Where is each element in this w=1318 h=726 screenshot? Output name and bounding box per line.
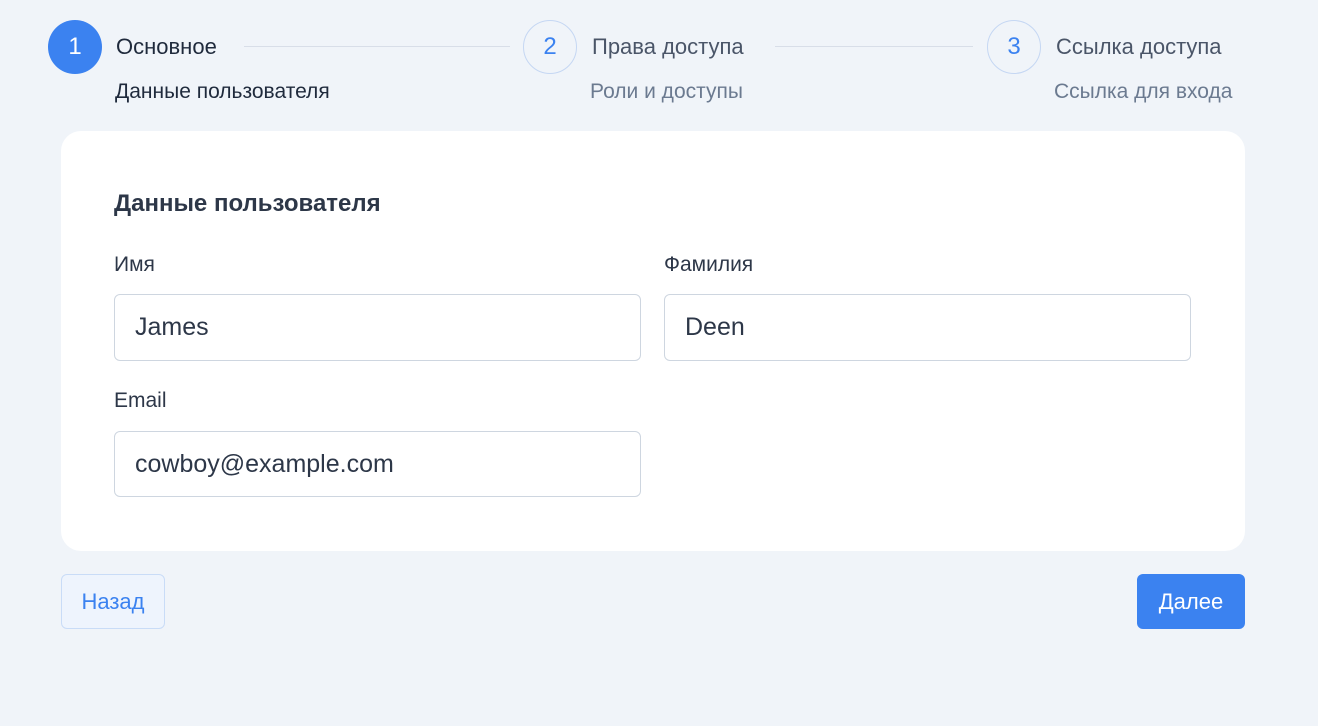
email-input[interactable] (114, 431, 641, 497)
step-2-subtitle: Роли и доступы (590, 80, 743, 103)
step-3-subtitle: Ссылка для входа (1054, 80, 1233, 103)
last-name-input[interactable] (664, 294, 1191, 361)
stepper: 1 Основное Данные пользователя 2 Права д… (0, 0, 1318, 120)
step-1-title[interactable]: Основное (116, 34, 217, 60)
first-name-input[interactable] (114, 294, 641, 361)
step-2-number: 2 (543, 33, 557, 60)
step-1-indicator[interactable]: 1 (48, 20, 102, 74)
step-3-title[interactable]: Ссылка доступа (1056, 34, 1222, 60)
step-connector-2 (775, 46, 973, 47)
next-button[interactable]: Далее (1137, 574, 1245, 629)
step-3-indicator[interactable]: 3 (987, 20, 1041, 74)
last-name-label: Фамилия (664, 253, 754, 276)
step-2-indicator[interactable]: 2 (523, 20, 577, 74)
step-connector-1 (244, 46, 510, 47)
step-1-subtitle: Данные пользователя (115, 80, 330, 103)
email-label: Email (114, 389, 167, 412)
step-1-number: 1 (68, 33, 82, 60)
card-title: Данные пользователя (114, 190, 381, 217)
step-3-number: 3 (1007, 33, 1021, 60)
user-data-card: Данные пользователя Имя Фамилия Email (61, 131, 1245, 551)
step-2-title[interactable]: Права доступа (592, 34, 744, 60)
first-name-label: Имя (114, 253, 155, 276)
back-button[interactable]: Назад (61, 574, 165, 629)
